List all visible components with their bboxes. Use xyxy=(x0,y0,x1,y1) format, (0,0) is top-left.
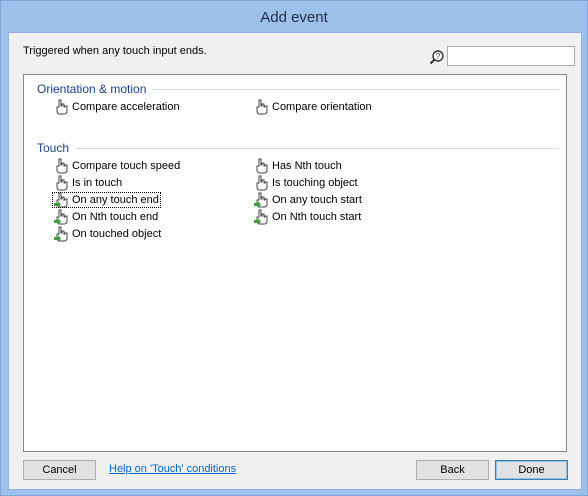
list-item-on-nth-touch-end[interactable]: On Nth touch end xyxy=(52,209,160,225)
list-item-is-touching-object[interactable]: Is touching object xyxy=(252,175,360,191)
hand-pointer-icon xyxy=(54,158,68,174)
hand-pointer-icon xyxy=(254,175,268,191)
help-link[interactable]: Help on 'Touch' conditions xyxy=(109,463,236,475)
hand-pointer-trigger-icon xyxy=(254,209,268,225)
window-title: Add event xyxy=(1,1,587,33)
item-label: Has Nth touch xyxy=(272,160,342,172)
add-event-dialog: Add event Triggered when any touch input… xyxy=(0,0,588,496)
item-label: On Nth touch start xyxy=(272,211,362,223)
dialog-body: Triggered when any touch input ends. ? O… xyxy=(8,32,582,490)
list-item-has-nth-touch[interactable]: Has Nth touch xyxy=(252,158,344,174)
group-header-label: Touch xyxy=(37,141,70,155)
list-item-compare-touch-speed[interactable]: Compare touch speed xyxy=(52,158,182,174)
group-divider xyxy=(152,88,559,90)
svg-text:?: ? xyxy=(436,52,441,61)
hand-pointer-icon xyxy=(54,175,68,191)
item-label: Compare acceleration xyxy=(72,101,180,113)
item-label: On any touch end xyxy=(72,194,159,206)
hand-pointer-trigger-icon xyxy=(54,192,68,208)
hand-pointer-trigger-icon xyxy=(254,192,268,208)
list-item-on-any-touch-end[interactable]: On any touch end xyxy=(52,192,161,208)
cancel-button[interactable]: Cancel xyxy=(23,460,96,480)
item-label: Is in touch xyxy=(72,177,123,189)
item-label: Compare touch speed xyxy=(72,160,181,172)
event-description: Triggered when any touch input ends. xyxy=(23,45,207,57)
list-item-compare-acceleration[interactable]: Compare acceleration xyxy=(52,99,182,115)
item-label: Compare orientation xyxy=(272,101,372,113)
list-item-on-any-touch-start[interactable]: On any touch start xyxy=(252,192,364,208)
list-item-compare-orientation[interactable]: Compare orientation xyxy=(252,99,374,115)
group-divider xyxy=(75,147,559,149)
done-button[interactable]: Done xyxy=(495,460,568,480)
hand-pointer-icon xyxy=(254,99,268,115)
list-item-is-in-touch[interactable]: Is in touch xyxy=(52,175,124,191)
list-item-on-touched-object[interactable]: On touched object xyxy=(52,226,163,242)
back-button[interactable]: Back xyxy=(416,460,489,480)
group-header-label: Orientation & motion xyxy=(37,82,147,96)
hand-pointer-trigger-icon xyxy=(54,226,68,242)
event-list: Orientation & motion Compare acceleratio… xyxy=(23,74,567,452)
item-label: Is touching object xyxy=(272,177,358,189)
search-help-icon: ? xyxy=(429,49,445,65)
item-label: On any touch start xyxy=(272,194,362,206)
hand-pointer-icon xyxy=(54,99,68,115)
search-input[interactable] xyxy=(447,46,575,66)
item-label: On touched object xyxy=(72,228,162,240)
group-header-touch: Touch xyxy=(37,141,559,155)
hand-pointer-trigger-icon xyxy=(54,209,68,225)
hand-pointer-icon xyxy=(254,158,268,174)
group-header-orientation: Orientation & motion xyxy=(37,82,559,96)
item-label: On Nth touch end xyxy=(72,211,159,223)
list-item-on-nth-touch-start[interactable]: On Nth touch start xyxy=(252,209,363,225)
